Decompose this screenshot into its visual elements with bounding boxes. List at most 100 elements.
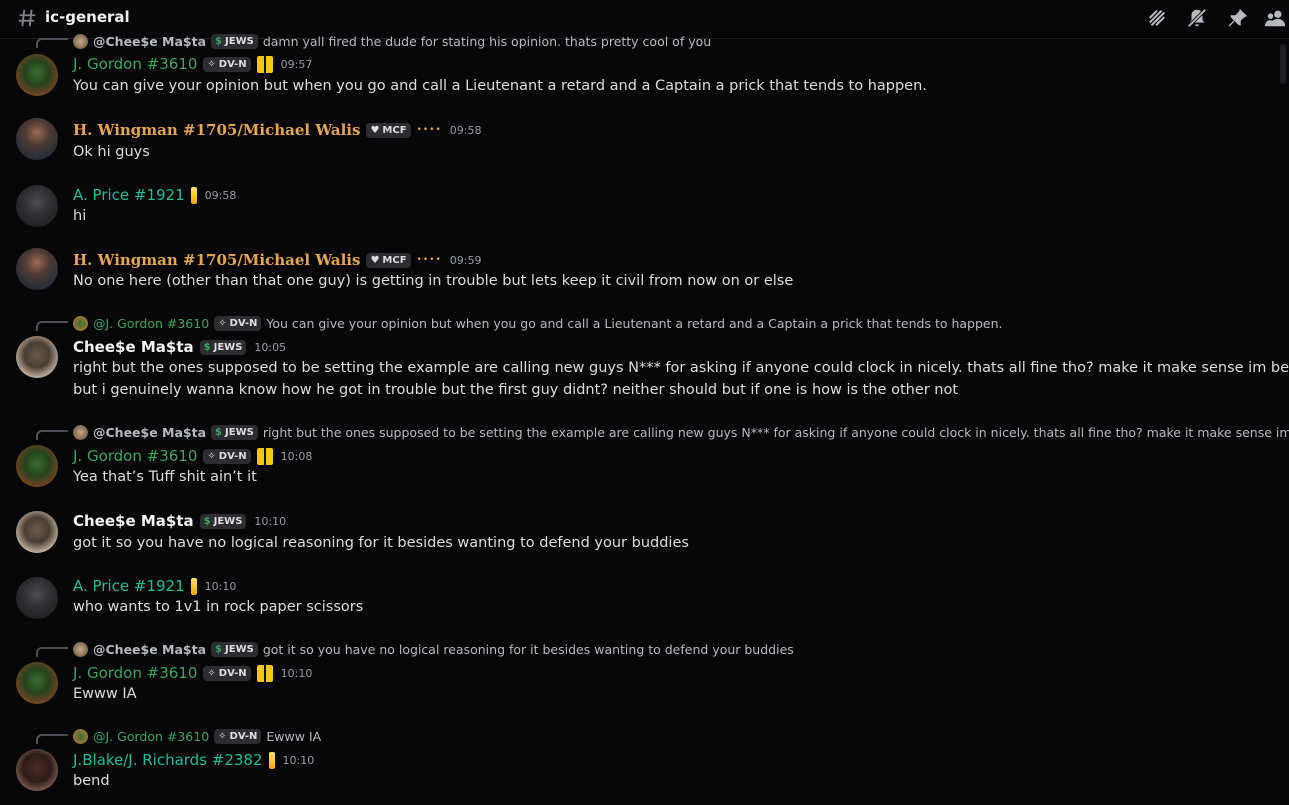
username[interactable]: H. Wingman #1705/Michael Walis — [73, 121, 360, 139]
message: H. Wingman #1705/Michael Walis ♥ MCF ••••… — [0, 118, 1280, 168]
reply-author[interactable]: @Chee$e Ma$ta — [93, 425, 206, 440]
username[interactable]: A. Price #1921 — [73, 186, 185, 204]
message-content: got it so you have no logical reasoning … — [73, 535, 689, 551]
reply-author[interactable]: @Chee$e Ma$ta — [93, 34, 206, 49]
role-tag: $ JEWS — [211, 641, 258, 657]
avatar[interactable] — [16, 511, 58, 553]
timestamp[interactable]: 10:10 — [205, 580, 237, 593]
timestamp[interactable]: 10:08 — [281, 450, 313, 463]
role-tag: $ JEWS — [199, 339, 247, 355]
reply-avatar — [73, 424, 88, 440]
timestamp[interactable]: 09:58 — [450, 124, 482, 137]
message: A. Price #1921 10:10 who wants to 1v1 in… — [0, 575, 1280, 625]
threads-icon[interactable] — [1146, 7, 1168, 29]
rank-badge-icon — [190, 577, 197, 595]
role-tag: $ JEWS — [211, 424, 258, 440]
message-content: No one here (other than that one guy) is… — [73, 273, 794, 289]
username[interactable]: J.Blake/J. Richards #2382 — [73, 751, 263, 769]
reply-avatar — [73, 315, 88, 331]
avatar[interactable] — [16, 54, 58, 96]
message: @Chee$e Ma$ta $ JEWS damn yall fired the … — [0, 32, 1280, 104]
reply-preview[interactable]: @Chee$e Ma$ta $ JEWS right but the ones s… — [73, 423, 1289, 441]
message-content: Ewww IA — [73, 686, 137, 702]
username[interactable]: Chee$e Ma$ta — [73, 338, 194, 356]
timestamp[interactable]: 09:58 — [205, 189, 237, 202]
username[interactable]: H. Wingman #1705/Michael Walis — [73, 251, 360, 269]
reply-author[interactable]: @Chee$e Ma$ta — [93, 642, 206, 657]
avatar[interactable] — [16, 336, 58, 378]
avatar[interactable] — [16, 445, 58, 487]
timestamp[interactable]: 10:10 — [254, 515, 286, 528]
avatar[interactable] — [16, 185, 58, 227]
role-tag: ♥ MCF — [366, 122, 411, 138]
reply-connector — [36, 38, 68, 48]
avatar[interactable] — [16, 662, 58, 704]
role-tag: ✧ DV-N — [203, 665, 251, 681]
pin-icon[interactable] — [1227, 7, 1249, 29]
mute-bell-icon[interactable] — [1186, 7, 1208, 29]
reply-connector — [36, 734, 68, 744]
channel-name: ic-general — [45, 8, 130, 26]
reply-connector — [36, 321, 68, 331]
money-icon: $ — [215, 35, 223, 47]
timestamp[interactable]: 09:57 — [281, 58, 313, 71]
hash-icon — [18, 9, 36, 27]
message-content: You can give your opinion but when you g… — [73, 78, 927, 94]
role-tag: ✧ DV-N — [203, 56, 251, 72]
reply-avatar — [73, 33, 88, 49]
timestamp[interactable]: 10:10 — [281, 667, 313, 680]
username[interactable]: Chee$e Ma$ta — [73, 512, 194, 530]
money-icon: $ — [203, 341, 211, 353]
avatar[interactable] — [16, 577, 58, 619]
money-icon: $ — [215, 643, 223, 655]
role-tag: $ JEWS — [199, 513, 247, 529]
money-icon: $ — [203, 515, 211, 527]
reply-author[interactable]: @J. Gordon #3610 — [93, 316, 209, 331]
username[interactable]: J. Gordon #3610 — [73, 447, 197, 465]
reply-preview[interactable]: @J. Gordon #3610 ✧ DV-N Ewww IA — [73, 727, 321, 745]
reply-connector — [36, 647, 68, 657]
rank-badge-icon — [256, 664, 273, 682]
rank-badge-icon — [190, 186, 197, 204]
message: H. Wingman #1705/Michael Walis ♥ MCF ••••… — [0, 248, 1280, 298]
message-content: but i genuinely wanna know how he got in… — [73, 382, 959, 398]
username[interactable]: J. Gordon #3610 — [73, 55, 197, 73]
avatar[interactable] — [16, 118, 58, 160]
role-tag: $ JEWS — [211, 33, 258, 49]
message-content: hi — [73, 208, 87, 224]
message: @J. Gordon #3610 ✧ DV-N You can give your… — [0, 314, 1289, 406]
reply-author[interactable]: @J. Gordon #3610 — [93, 729, 209, 744]
reply-preview[interactable]: @J. Gordon #3610 ✧ DV-N You can give your… — [73, 314, 1003, 332]
message-content: who wants to 1v1 in rock paper scissors — [73, 599, 364, 615]
rank-badge-icon — [268, 751, 275, 769]
avatar[interactable] — [16, 749, 58, 791]
timestamp[interactable]: 10:05 — [254, 341, 286, 354]
message-content: right but the ones supposed to be settin… — [73, 360, 1289, 376]
reply-avatar — [73, 641, 88, 657]
timestamp[interactable]: 09:59 — [450, 254, 482, 267]
reply-preview[interactable]: @Chee$e Ma$ta $ JEWS damn yall fired the … — [73, 32, 711, 50]
message-content: Yea that’s Tuff shit ain’t it — [73, 469, 257, 485]
username[interactable]: J. Gordon #3610 — [73, 664, 197, 682]
username[interactable]: A. Price #1921 — [73, 577, 185, 595]
rank-badge-icon — [256, 55, 273, 73]
message: @J. Gordon #3610 ✧ DV-N Ewww IA J.Blake/J… — [0, 727, 1280, 799]
reply-preview[interactable]: @Chee$e Ma$ta $ JEWS got it so you have n… — [73, 640, 794, 658]
message: A. Price #1921 09:58 hi — [0, 183, 1280, 233]
avatar[interactable] — [16, 248, 58, 290]
role-tag: ✧ DV-N — [214, 315, 262, 331]
dots-icon: •••• — [416, 125, 442, 135]
message: @Chee$e Ma$ta $ JEWS right but the ones s… — [0, 423, 1289, 495]
scrollbar[interactable] — [1280, 40, 1286, 800]
diamond-icon: ✧ — [207, 667, 216, 679]
scrollbar-thumb[interactable] — [1280, 44, 1286, 84]
role-tag: ✧ DV-N — [203, 448, 251, 464]
timestamp[interactable]: 10:10 — [283, 754, 315, 767]
reply-connector — [36, 430, 68, 440]
diamond-icon: ✧ — [207, 58, 216, 70]
heart-icon: ♥ — [370, 124, 380, 136]
reply-avatar — [73, 728, 88, 744]
members-icon[interactable] — [1265, 7, 1287, 29]
heart-icon: ♥ — [370, 254, 380, 266]
message-content: bend — [73, 773, 110, 789]
